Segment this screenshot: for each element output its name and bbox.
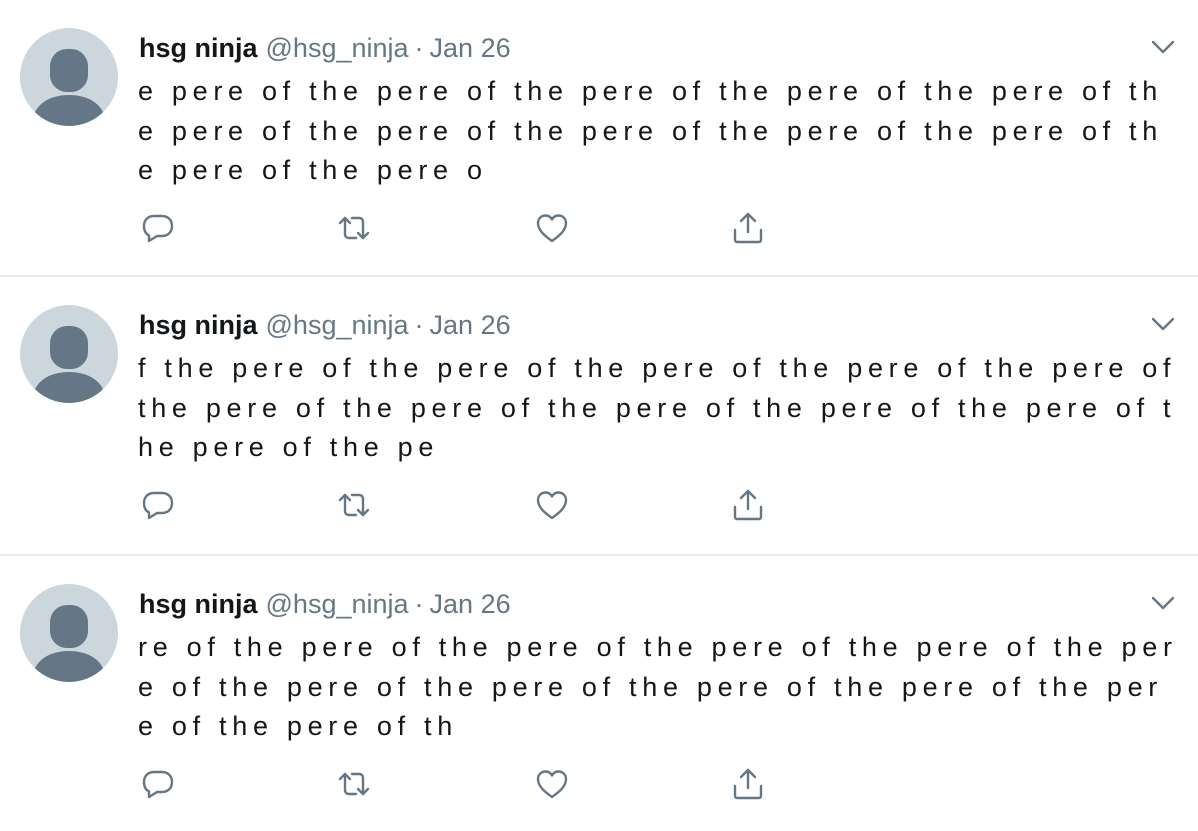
- default-avatar-icon: [32, 326, 106, 403]
- retweet-button[interactable]: [334, 764, 374, 804]
- tweet-date[interactable]: Jan 26: [430, 33, 511, 63]
- display-name[interactable]: hsg ninja: [139, 310, 258, 340]
- tweet-text: re of the pere of the pere of the pere o…: [138, 632, 1178, 741]
- share-icon: [733, 768, 763, 800]
- user-handle[interactable]: @hsg_ninja: [266, 310, 409, 340]
- reply-button[interactable]: [138, 764, 178, 804]
- tweet-feed: hsg ninja @hsg_ninja · Jan 26 e pere of the…: [0, 0, 1198, 831]
- display-name[interactable]: hsg ninja: [139, 33, 258, 63]
- avatar[interactable]: [20, 28, 118, 126]
- tweet-text: f the pere of the pere of the pere of th…: [138, 353, 1190, 462]
- share-button[interactable]: [728, 208, 768, 248]
- user-handle[interactable]: @hsg_ninja: [266, 33, 409, 63]
- retweet-icon: [338, 216, 370, 240]
- tweet-actions: [138, 208, 838, 248]
- retweet-icon: [338, 493, 370, 517]
- tweet-menu-button[interactable]: [1150, 311, 1176, 337]
- tweet-date[interactable]: Jan 26: [430, 589, 511, 619]
- user-handle[interactable]: @hsg_ninja: [266, 589, 409, 619]
- tweet-actions: [138, 485, 838, 525]
- tweet-header: hsg ninja @hsg_ninja · Jan 26: [139, 586, 511, 622]
- like-icon: [536, 491, 568, 520]
- header-separator: ·: [414, 33, 424, 63]
- tweet-text: e pere of the pere of the pere of the pe…: [138, 76, 1163, 185]
- share-button[interactable]: [728, 764, 768, 804]
- tweet[interactable]: hsg ninja @hsg_ninja · Jan 26 e pere of the…: [0, 0, 1198, 277]
- retweet-icon: [338, 772, 370, 796]
- tweet[interactable]: hsg ninja @hsg_ninja · Jan 26 f the pere of…: [0, 277, 1198, 556]
- display-name[interactable]: hsg ninja: [139, 589, 258, 619]
- tweet-date[interactable]: Jan 26: [430, 310, 511, 340]
- chevron-down-icon: [1151, 40, 1175, 54]
- chevron-down-icon: [1151, 596, 1175, 610]
- like-icon: [536, 770, 568, 799]
- tweet-actions: [138, 764, 838, 804]
- avatar[interactable]: [20, 305, 118, 403]
- chevron-down-icon: [1151, 317, 1175, 331]
- like-button[interactable]: [532, 208, 572, 248]
- like-button[interactable]: [532, 764, 572, 804]
- header-separator: ·: [414, 589, 424, 619]
- tweet-menu-button[interactable]: [1150, 590, 1176, 616]
- reply-button[interactable]: [138, 208, 178, 248]
- share-icon: [733, 212, 763, 244]
- header-separator: ·: [414, 310, 424, 340]
- tweet-header: hsg ninja @hsg_ninja · Jan 26: [139, 307, 511, 343]
- default-avatar-icon: [32, 605, 106, 682]
- tweet[interactable]: hsg ninja @hsg_ninja · Jan 26 re of the per…: [0, 556, 1198, 831]
- reply-icon: [142, 770, 174, 799]
- default-avatar-icon: [32, 49, 106, 126]
- reply-icon: [142, 491, 174, 520]
- share-icon: [733, 489, 763, 521]
- retweet-button[interactable]: [334, 208, 374, 248]
- tweet-header: hsg ninja @hsg_ninja · Jan 26: [139, 30, 511, 66]
- like-button[interactable]: [532, 485, 572, 525]
- avatar[interactable]: [20, 584, 118, 682]
- reply-button[interactable]: [138, 485, 178, 525]
- retweet-button[interactable]: [334, 485, 374, 525]
- tweet-menu-button[interactable]: [1150, 34, 1176, 60]
- reply-icon: [142, 214, 174, 243]
- share-button[interactable]: [728, 485, 768, 525]
- like-icon: [536, 214, 568, 243]
